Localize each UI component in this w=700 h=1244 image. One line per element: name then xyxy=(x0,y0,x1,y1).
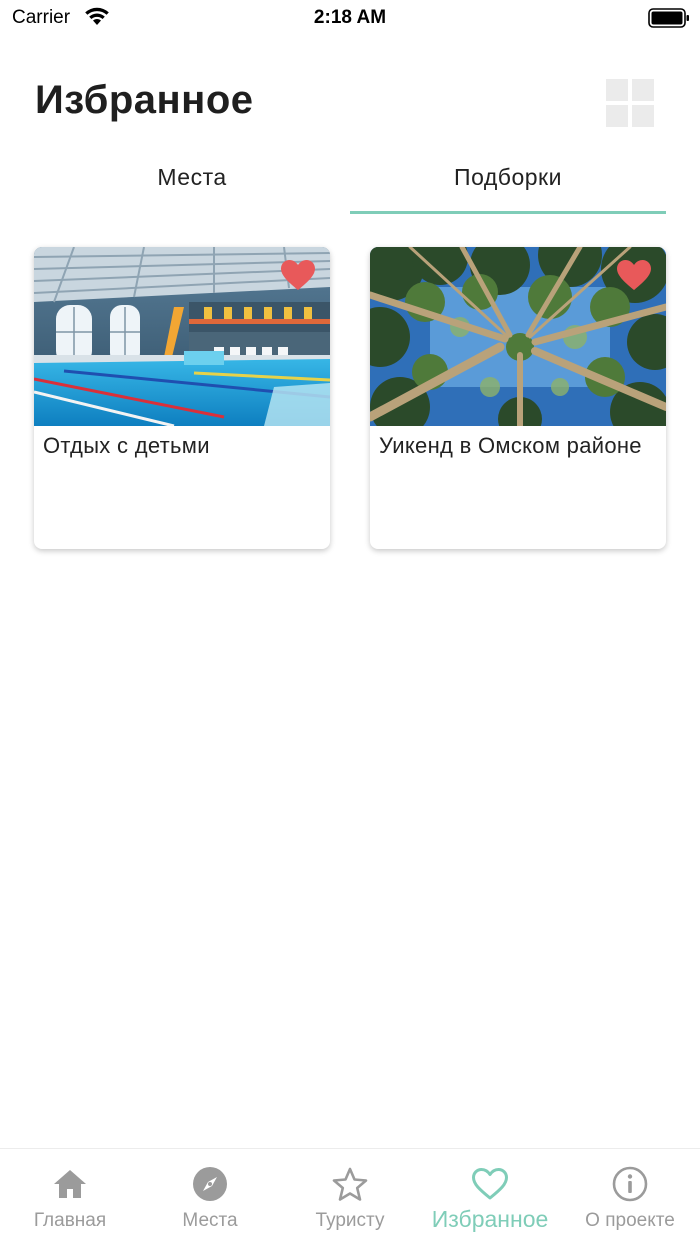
favorite-heart-icon[interactable] xyxy=(280,259,316,291)
status-bar: Carrier 2:18 AM xyxy=(0,0,700,40)
grid-icon xyxy=(606,79,654,127)
nav-item-places[interactable]: Места xyxy=(140,1149,280,1244)
collection-card[interactable]: Отдых с детьми xyxy=(34,247,330,549)
nav-label: О проекте xyxy=(585,1210,675,1231)
clock: 2:18 AM xyxy=(313,7,387,28)
card-title: Отдых с детьми xyxy=(43,433,210,458)
tab-collections[interactable]: Подборки xyxy=(350,140,666,214)
tab-bar: Места Подборки xyxy=(34,140,666,214)
nav-item-favorites[interactable]: Избранное xyxy=(420,1149,560,1244)
nav-label: Туристу xyxy=(315,1210,385,1231)
page-title: Избранное xyxy=(35,78,254,122)
active-tab-indicator xyxy=(350,211,666,214)
heart-icon xyxy=(470,1165,510,1203)
home-icon xyxy=(50,1165,90,1203)
info-icon xyxy=(610,1165,650,1203)
nav-item-about[interactable]: О проекте xyxy=(560,1149,700,1244)
favorite-heart-icon[interactable] xyxy=(616,259,652,291)
nav-label: Избранное xyxy=(431,1206,549,1232)
bottom-nav: Главная Места Туристу Избранное О проект… xyxy=(0,1148,700,1244)
card-title: Уикенд в Омском районе xyxy=(379,433,642,458)
collection-card[interactable]: Уикенд в Омском районе xyxy=(370,247,666,549)
nav-item-tourist[interactable]: Туристу xyxy=(280,1149,420,1244)
nav-label: Места xyxy=(182,1210,238,1231)
star-icon xyxy=(330,1165,370,1203)
battery-icon xyxy=(648,8,690,33)
compass-icon xyxy=(190,1165,230,1203)
nav-item-home[interactable]: Главная xyxy=(0,1149,140,1244)
tab-places[interactable]: Места xyxy=(34,140,350,214)
grid-view-toggle[interactable] xyxy=(606,79,654,127)
nav-label: Главная xyxy=(33,1210,107,1231)
